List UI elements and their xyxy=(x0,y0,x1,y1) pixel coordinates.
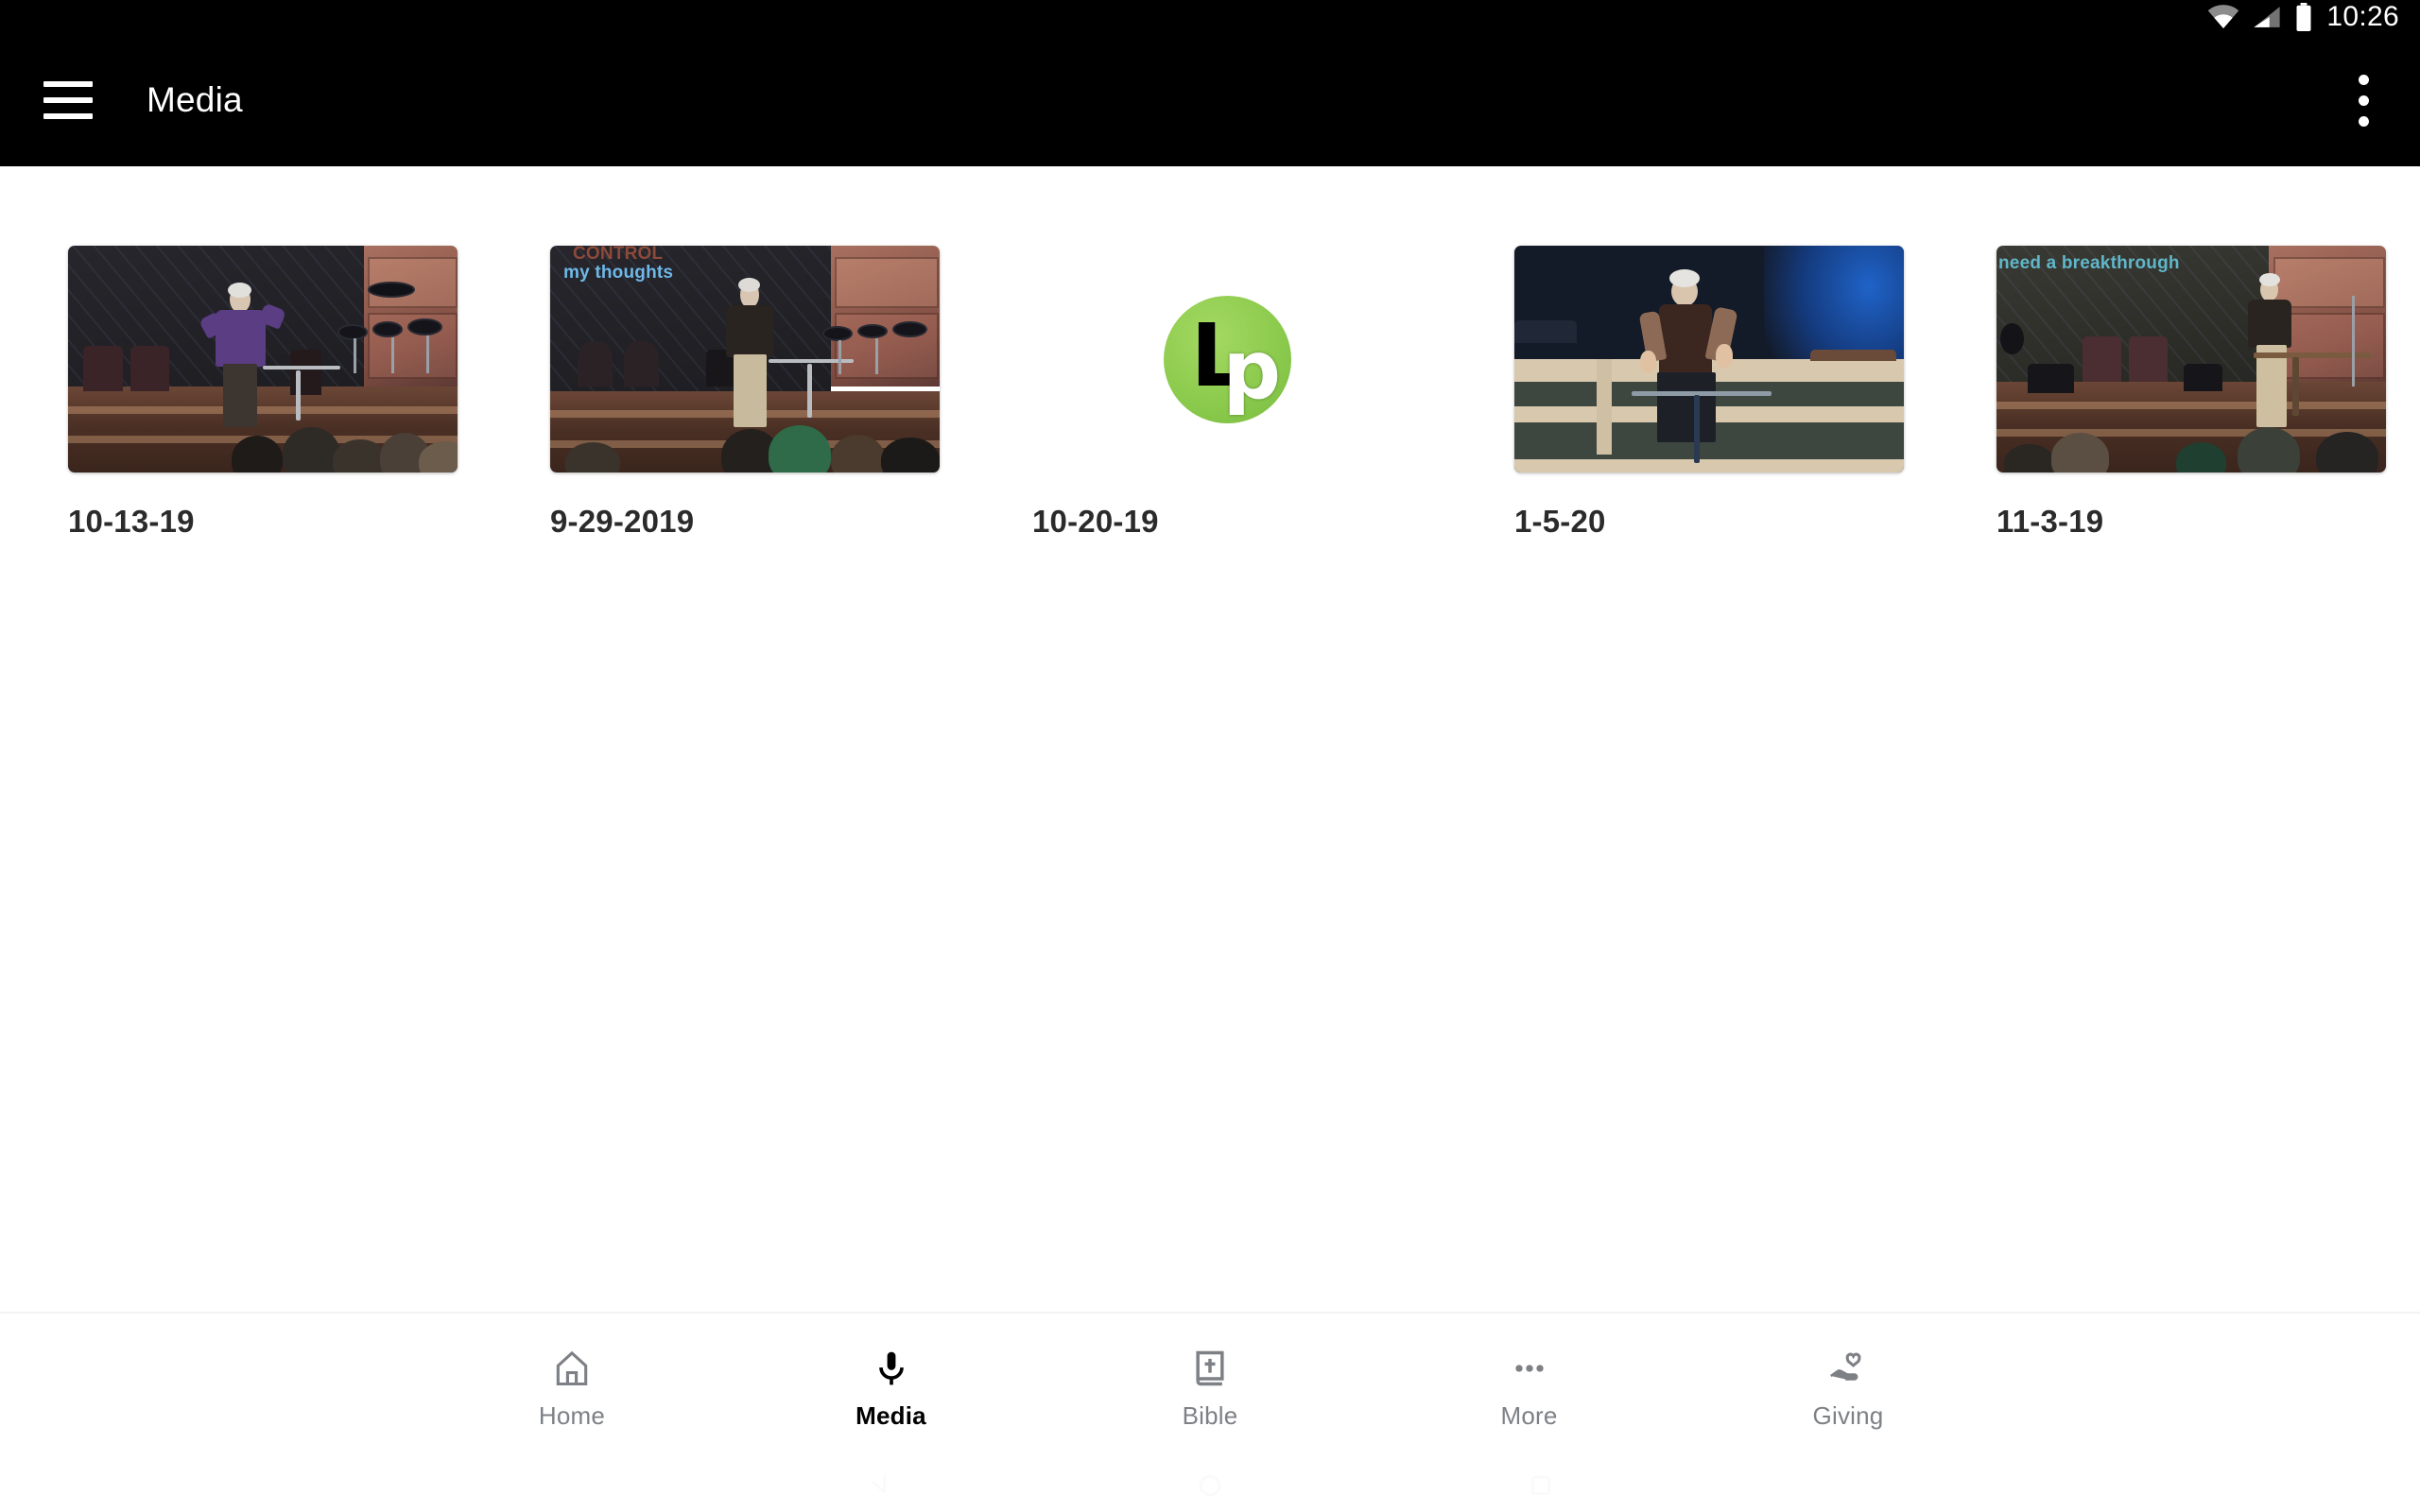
nav-label-media: Media xyxy=(856,1400,926,1430)
wifi-icon xyxy=(2207,5,2239,29)
lp-logo-icon: L p xyxy=(1032,246,1422,472)
page-title: Media xyxy=(147,80,243,119)
nav-item-giving[interactable]: Giving xyxy=(1749,1343,1947,1431)
microphone-icon xyxy=(871,1343,912,1394)
video-frame-image xyxy=(1996,246,2386,472)
media-card[interactable]: L p 10-20-19 xyxy=(1032,246,1422,540)
back-icon[interactable] xyxy=(851,1467,908,1504)
media-card-label: 9-29-2019 xyxy=(550,504,695,539)
recents-square-icon[interactable] xyxy=(1512,1467,1569,1504)
thumbnail-caption-secondary: CONTROL xyxy=(573,246,664,264)
media-card[interactable]: need a breakthrough 11-3-19 xyxy=(1996,246,2386,540)
nav-item-bible[interactable]: Bible xyxy=(1111,1343,1309,1431)
thumbnail-caption: my thoughts xyxy=(563,263,674,283)
nav-label-home: Home xyxy=(538,1400,606,1430)
nav-label-more: More xyxy=(1500,1400,1558,1430)
media-grid: 10-13-19 CONTROL my thoughts 9-29-2019 L… xyxy=(0,166,2420,540)
video-frame-image xyxy=(68,246,458,472)
video-frame-image xyxy=(1514,246,1904,472)
media-card-label: 1-5-20 xyxy=(1514,504,1606,539)
cellular-signal-icon xyxy=(2253,5,2281,29)
media-thumbnail[interactable]: CONTROL my thoughts xyxy=(550,246,940,472)
media-thumbnail[interactable]: need a breakthrough xyxy=(1996,246,2386,472)
lp-logo-letter-p: p xyxy=(1222,322,1282,418)
overflow-menu-icon[interactable] xyxy=(2333,59,2394,142)
media-content-area: 10-13-19 CONTROL my thoughts 9-29-2019 L… xyxy=(0,166,2420,1312)
media-card-label: 10-13-19 xyxy=(68,504,195,539)
nav-item-home[interactable]: Home xyxy=(473,1343,671,1431)
battery-icon xyxy=(2294,3,2313,31)
nav-label-bible: Bible xyxy=(1182,1400,1238,1430)
media-card-label: 10-20-19 xyxy=(1032,504,1159,539)
status-bar: 10:26 xyxy=(0,0,2420,34)
status-bar-clock: 10:26 xyxy=(2326,1,2399,32)
media-card[interactable]: CONTROL my thoughts 9-29-2019 xyxy=(550,246,940,540)
app-bar: Media xyxy=(0,34,2420,166)
bottom-navigation-bar: Home Media Bible More Giving xyxy=(0,1312,2420,1459)
home-circle-icon[interactable] xyxy=(1182,1467,1238,1504)
thumbnail-caption: need a breakthrough xyxy=(1998,253,2180,273)
media-thumbnail[interactable] xyxy=(68,246,458,472)
media-thumbnail[interactable] xyxy=(1514,246,1904,472)
system-navigation-bar xyxy=(0,1459,2420,1512)
bible-book-icon xyxy=(1189,1343,1231,1394)
media-card[interactable]: 10-13-19 xyxy=(68,246,458,540)
nav-label-giving: Giving xyxy=(1812,1400,1884,1430)
hand-heart-icon xyxy=(1826,1343,1870,1394)
nav-item-more[interactable]: More xyxy=(1430,1343,1629,1431)
media-thumbnail[interactable]: L p xyxy=(1032,246,1422,472)
hamburger-menu-icon[interactable] xyxy=(23,55,113,146)
app-root: 10:26 Media 10-13-19 CONTROL my thoughts… xyxy=(0,0,2420,1512)
nav-item-media[interactable]: Media xyxy=(792,1343,991,1431)
media-card[interactable]: 1-5-20 xyxy=(1514,246,1904,540)
media-card-label: 11-3-19 xyxy=(1996,504,2104,539)
more-dots-icon xyxy=(1509,1343,1550,1394)
home-icon xyxy=(551,1343,593,1394)
